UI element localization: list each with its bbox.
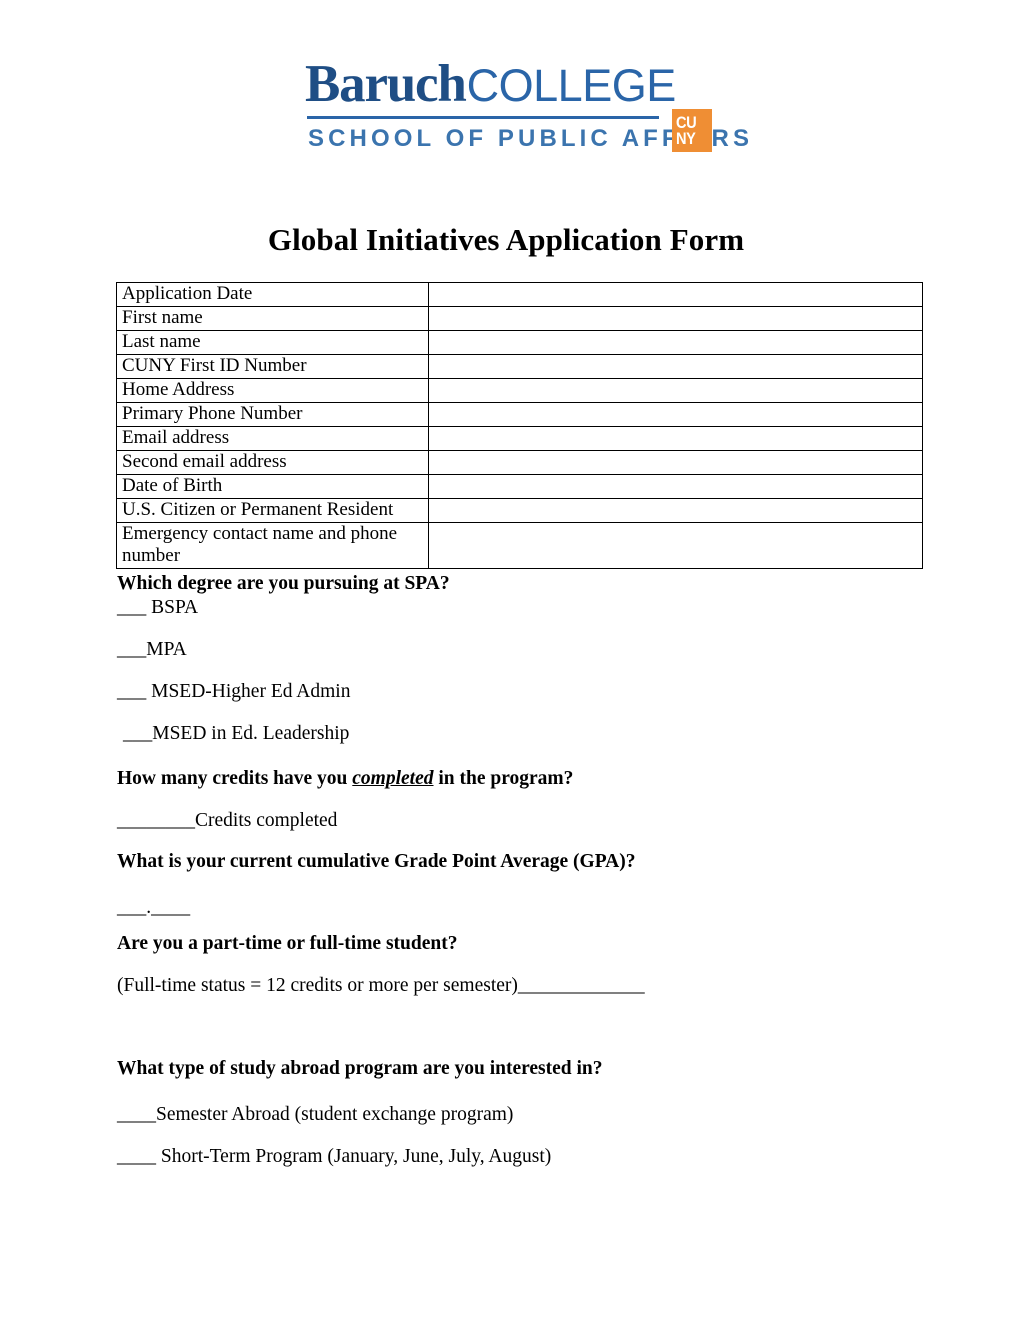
baruch-college-logo: Baruch COLLEGE SCHOOL OF PUBLIC AFFAIRS … [305, 55, 749, 158]
field-label: Date of Birth [116, 474, 429, 499]
question-enrollment-status: Are you a part-time or full-time student… [117, 932, 947, 998]
table-row: First name [116, 306, 923, 331]
gpa-answer-blank[interactable]: ___.____ [117, 896, 947, 920]
degree-option-bspa[interactable]: ___ BSPA [117, 596, 947, 620]
credits-heading-emphasis: completed [352, 768, 434, 789]
field-label: Primary Phone Number [116, 402, 429, 427]
degree-option-msed-higher-ed[interactable]: ___ MSED-Higher Ed Admin [117, 680, 947, 704]
table-row: Primary Phone Number [116, 402, 923, 427]
degree-option-mpa[interactable]: ___MPA [117, 638, 947, 662]
field-label: U.S. Citizen or Permanent Resident [116, 498, 429, 523]
field-value[interactable] [428, 426, 923, 451]
cuny-logo-icon: CU NY [672, 109, 712, 152]
field-value[interactable] [428, 306, 923, 331]
field-value[interactable] [428, 474, 923, 499]
field-value[interactable] [428, 498, 923, 523]
cuny-logo-line2: NY [676, 129, 696, 148]
table-row: Emergency contact name and phone number [116, 522, 923, 569]
field-value[interactable] [428, 330, 923, 355]
field-value[interactable] [428, 402, 923, 427]
field-value[interactable] [428, 522, 923, 569]
program-option-short-term[interactable]: ____ Short-Term Program (January, June, … [117, 1145, 947, 1169]
document-page: Baruch COLLEGE SCHOOL OF PUBLIC AFFAIRS … [0, 0, 1020, 1320]
status-answer-blank[interactable]: (Full-time status = 12 credits or more p… [117, 974, 947, 998]
field-value[interactable] [428, 450, 923, 475]
degree-option-msed-leadership[interactable]: ___MSED in Ed. Leadership [117, 722, 947, 746]
question-program-type-heading: What type of study abroad program are yo… [117, 1058, 603, 1079]
question-credits-heading: How many credits have you completed in t… [117, 767, 947, 791]
credits-heading-pre: How many credits have you [117, 768, 353, 789]
table-row: Second email address [116, 450, 923, 475]
logo-wordmark: Baruch COLLEGE [305, 55, 715, 113]
question-gpa-heading: What is your current cumulative Grade Po… [117, 851, 636, 872]
field-label: First name [116, 306, 429, 331]
field-label: Home Address [116, 378, 429, 403]
table-row: CUNY First ID Number [116, 354, 923, 379]
logo-divider-rule [307, 116, 659, 119]
field-label: CUNY First ID Number [116, 354, 429, 379]
field-label: Application Date [116, 282, 429, 307]
question-credits: How many credits have you completed in t… [117, 767, 947, 833]
field-value[interactable] [428, 282, 923, 307]
question-degree-heading: Which degree are you pursuing at SPA? [117, 573, 450, 594]
question-status-heading: Are you a part-time or full-time student… [117, 933, 458, 954]
question-degree: Which degree are you pursuing at SPA? __… [117, 572, 947, 746]
field-label: Second email address [116, 450, 429, 475]
logo-college-text: COLLEGE [466, 60, 677, 111]
page-title: Global Initiatives Application Form [267, 222, 745, 257]
question-program-type: What type of study abroad program are yo… [117, 1057, 947, 1169]
table-row: Application Date [116, 282, 923, 307]
field-value[interactable] [428, 354, 923, 379]
credits-answer-blank[interactable]: ________Credits completed [117, 809, 947, 833]
applicant-info-table: Application Date First name Last name CU… [116, 282, 923, 569]
field-label: Emergency contact name and phone number [116, 522, 429, 569]
logo-baruch-text: Baruch [305, 55, 467, 113]
table-row: U.S. Citizen or Permanent Resident [116, 498, 923, 523]
table-row: Home Address [116, 378, 923, 403]
table-row: Last name [116, 330, 923, 355]
question-gpa: What is your current cumulative Grade Po… [117, 850, 947, 920]
table-row: Date of Birth [116, 474, 923, 499]
credits-heading-post: in the program? [433, 768, 574, 789]
program-option-semester-abroad[interactable]: ____Semester Abroad (student exchange pr… [117, 1103, 947, 1127]
field-label: Email address [116, 426, 429, 451]
table-row: Email address [116, 426, 923, 451]
field-value[interactable] [428, 378, 923, 403]
field-label: Last name [116, 330, 429, 355]
